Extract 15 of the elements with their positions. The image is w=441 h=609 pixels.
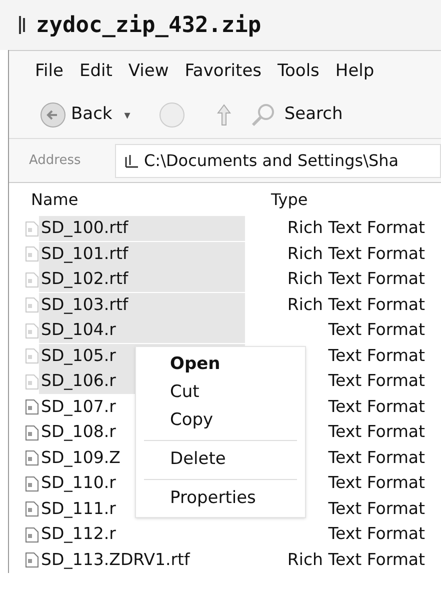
file-type: Text Format — [327, 421, 425, 444]
file-type: Rich Text Format — [286, 268, 425, 290]
file-type: Rich Text Format — [286, 294, 425, 316]
address-label: Address — [29, 152, 82, 170]
file-type: Rich Text Format — [286, 548, 425, 571]
file-type: Text Format — [327, 344, 425, 367]
file-type: Text Format — [327, 523, 425, 546]
window-title: zydoc_zip_432.zip — [36, 12, 262, 40]
file-type: Text Format — [327, 319, 425, 342]
file-type: Text Format — [327, 446, 425, 469]
file-type: Text Format — [327, 396, 425, 418]
file-type: Rich Text Format — [286, 242, 425, 265]
file-type: Text Format — [327, 472, 425, 494]
file-type: Rich Text Format — [286, 217, 425, 240]
file-type: Text Format — [327, 370, 425, 392]
